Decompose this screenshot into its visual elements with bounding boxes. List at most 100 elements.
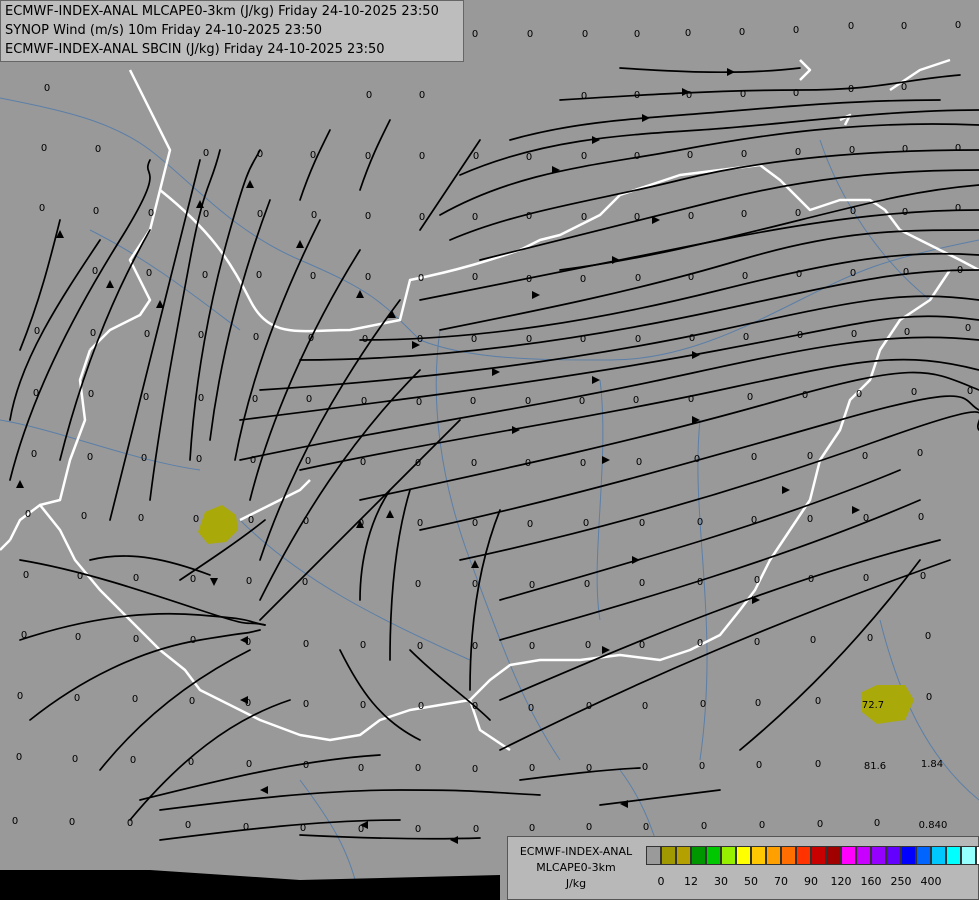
sbcin-value-label: 0 <box>634 212 640 223</box>
sbcin-value-label: 0 <box>190 635 196 646</box>
legend-swatch <box>646 846 661 865</box>
sbcin-value-label: 0 <box>69 817 75 828</box>
legend-swatch <box>826 846 841 865</box>
sbcin-value-label: 0 <box>253 332 259 343</box>
sbcin-value-label: 0 <box>203 209 209 220</box>
legend-swatch <box>721 846 736 865</box>
sbcin-value-label: 0 <box>358 763 364 774</box>
sbcin-value-label: 0 <box>697 638 703 649</box>
sbcin-value-label: 0 <box>16 752 22 763</box>
sbcin-value-label: 0 <box>87 452 93 463</box>
sbcin-value-label: 0 <box>190 574 196 585</box>
sbcin-value-label: 0 <box>634 151 640 162</box>
sbcin-value-label: 0 <box>472 518 478 529</box>
sbcin-value-label: 0 <box>189 696 195 707</box>
sbcin-value-label: 0 <box>203 148 209 159</box>
title-line-wind: SYNOP Wind (m/s) 10m Friday 24-10-2025 2… <box>5 23 323 38</box>
legend-tick-label: 90 <box>804 875 818 888</box>
sbcin-value-label: 0 <box>639 640 645 651</box>
sbcin-value-label: 0 <box>74 693 80 704</box>
sbcin-value-label: 0 <box>311 210 317 221</box>
sbcin-value-label: 0 <box>81 511 87 522</box>
sbcin-value-label: 0 <box>848 84 854 95</box>
sbcin-value-label: 0 <box>635 273 641 284</box>
sbcin-value-label: 0 <box>751 452 757 463</box>
legend-swatch <box>961 846 976 865</box>
sbcin-value-label: 0 <box>419 151 425 162</box>
title-box: ECMWF-INDEX-ANAL MLCAPE0-3km (J/kg) Frid… <box>0 0 464 62</box>
sbcin-value-label: 0 <box>33 388 39 399</box>
sbcin-value-label: 0 <box>417 518 423 529</box>
sbcin-value-label: 0 <box>581 151 587 162</box>
sbcin-value-label: 0 <box>127 818 133 829</box>
sbcin-value-label: 1.84 <box>921 759 943 770</box>
sbcin-value-label: 0 <box>586 822 592 833</box>
sbcin-value-label: 0 <box>583 518 589 529</box>
legend-tick-label: 250 <box>890 875 912 888</box>
legend-tick-label: 0 <box>657 875 665 888</box>
sbcin-value-label: 0 <box>417 641 423 652</box>
sbcin-value-label: 0 <box>863 573 869 584</box>
sbcin-value-label: 0 <box>867 633 873 644</box>
sbcin-value-label: 0 <box>579 396 585 407</box>
sbcin-value-label: 0 <box>851 329 857 340</box>
sbcin-value-label: 0 <box>361 396 367 407</box>
sbcin-value-label: 0 <box>415 763 421 774</box>
sbcin-value-label: 0 <box>635 334 641 345</box>
sbcin-value-label: 0 <box>701 821 707 832</box>
sbcin-value-label: 0 <box>863 513 869 524</box>
sbcin-value-label: 0 <box>472 701 478 712</box>
sbcin-value-label: 0 <box>256 270 262 281</box>
sbcin-value-label: 0 <box>817 819 823 830</box>
sbcin-value-label: 0 <box>471 334 477 345</box>
legend-swatch <box>886 846 901 865</box>
sbcin-value-label: 0 <box>92 266 98 277</box>
sbcin-value-label: 0 <box>473 151 479 162</box>
legend-swatch <box>901 846 916 865</box>
legend-tick-label: 400 <box>920 875 942 888</box>
sbcin-value-label: 0 <box>633 395 639 406</box>
sbcin-value-label: 0 <box>472 579 478 590</box>
legend-swatch <box>736 846 751 865</box>
sbcin-value-label: 0 <box>903 267 909 278</box>
legend-title-variable: MLCAPE0-3km <box>536 861 616 874</box>
sbcin-value-label: 0 <box>198 330 204 341</box>
legend-swatch <box>676 846 691 865</box>
sbcin-value-label: 0 <box>525 458 531 469</box>
legend-swatch <box>661 846 676 865</box>
sbcin-value-label: 0 <box>815 696 821 707</box>
sbcin-value-label: 0 <box>185 820 191 831</box>
sbcin-value-label: 0 <box>642 762 648 773</box>
sbcin-value-label: 0 <box>739 27 745 38</box>
sbcin-value-label: 0 <box>250 455 256 466</box>
sbcin-value-label: 0 <box>917 448 923 459</box>
weather-map: 0 0 0 0 0 0 0 0 0 0 0 0 0 0 0 0 0 0 0 0 0 0 0 0 0 0 0 0 0 0 0 0 0 0 0 0 0 0 0 0… <box>0 0 979 900</box>
sbcin-value-label: 0 <box>965 323 971 334</box>
sbcin-value-label: 0 <box>302 577 308 588</box>
sbcin-value-label: 0 <box>21 630 27 641</box>
sbcin-value-label: 0 <box>581 212 587 223</box>
sbcin-value-label: 0 <box>526 211 532 222</box>
sbcin-value-label: 0 <box>741 149 747 160</box>
sbcin-value-label: 0 <box>365 151 371 162</box>
sbcin-value-label: 0 <box>967 386 973 397</box>
sbcin-value-label: 0 <box>902 207 908 218</box>
sbcin-value-label: 0 <box>795 147 801 158</box>
sbcin-value-label: 0 <box>90 328 96 339</box>
sbcin-value-label: 0 <box>529 763 535 774</box>
sbcin-value-label: 0 <box>471 458 477 469</box>
sbcin-value-label: 0 <box>848 21 854 32</box>
sbcin-value-label: 0 <box>193 514 199 525</box>
sbcin-value-label: 0 <box>810 635 816 646</box>
sbcin-value-label: 0 <box>699 761 705 772</box>
sbcin-value-label: 81.6 <box>864 761 886 772</box>
sbcin-value-label: 0 <box>188 757 194 768</box>
sbcin-value-label: 0 <box>918 512 924 523</box>
legend-swatch <box>931 846 946 865</box>
legend-title-source: ECMWF-INDEX-ANAL <box>519 845 633 858</box>
sbcin-value-label: 0 <box>685 28 691 39</box>
sbcin-value-label: 0 <box>955 203 961 214</box>
sbcin-value-label: 0 <box>926 692 932 703</box>
sbcin-value-label: 0 <box>95 144 101 155</box>
sbcin-value-label: 0 <box>12 816 18 827</box>
